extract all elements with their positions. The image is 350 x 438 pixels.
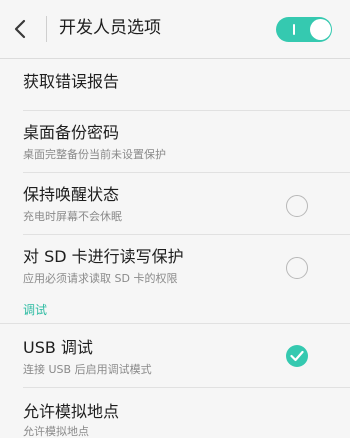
toggle-on-mark	[293, 24, 295, 35]
toggle-knob	[310, 19, 331, 40]
header-divider	[46, 16, 47, 42]
list-item-title: 允许模拟地点	[23, 402, 120, 421]
list-item-mock-location[interactable]: 允许模拟地点 允许模拟地点	[0, 388, 350, 438]
list-item-sd-protect[interactable]: 对 SD 卡进行读写保护 应用必须请求读取 SD 卡的权限	[0, 235, 350, 297]
usb-debugging-checkbox[interactable]	[286, 345, 308, 367]
list-item-usb-debugging[interactable]: USB 调试 连接 USB 后启用调试模式	[0, 324, 350, 388]
list-item-title: 对 SD 卡进行读写保护	[23, 247, 184, 266]
list-item-summary: 桌面完整备份当前未设置保护	[23, 148, 166, 161]
title-bar: 开发人员选项	[0, 0, 350, 59]
back-chevron-icon	[14, 19, 26, 39]
list-item-title: 桌面备份密码	[23, 123, 120, 142]
sd-protect-checkbox[interactable]	[286, 257, 308, 279]
list-item-title: USB 调试	[23, 338, 93, 357]
list-item-summary: 连接 USB 后启用调试模式	[23, 363, 152, 376]
list-item-title: 保持唤醒状态	[23, 185, 120, 204]
back-button[interactable]	[0, 0, 44, 58]
developer-options-toggle[interactable]	[276, 17, 332, 42]
list-item-summary: 允许模拟地点	[23, 425, 89, 438]
list-item-bug-report[interactable]: 获取错误报告	[0, 59, 350, 111]
stay-awake-checkbox[interactable]	[286, 195, 308, 217]
check-icon	[290, 350, 304, 362]
list-item-title: 获取错误报告	[23, 72, 120, 91]
page-title: 开发人员选项	[59, 18, 161, 38]
list-item-stay-awake[interactable]: 保持唤醒状态 充电时屏幕不会休眠	[0, 173, 350, 235]
section-header-debugging: 调试	[23, 303, 48, 317]
list-item-backup-password[interactable]: 桌面备份密码 桌面完整备份当前未设置保护	[0, 111, 350, 173]
list-item-summary: 充电时屏幕不会休眠	[23, 210, 122, 223]
developer-options-screen: 开发人员选项 获取错误报告 桌面备份密码 桌面完整备份当前未设置保护 保持唤醒状…	[0, 0, 350, 438]
list-item-summary: 应用必须请求读取 SD 卡的权限	[23, 272, 178, 285]
